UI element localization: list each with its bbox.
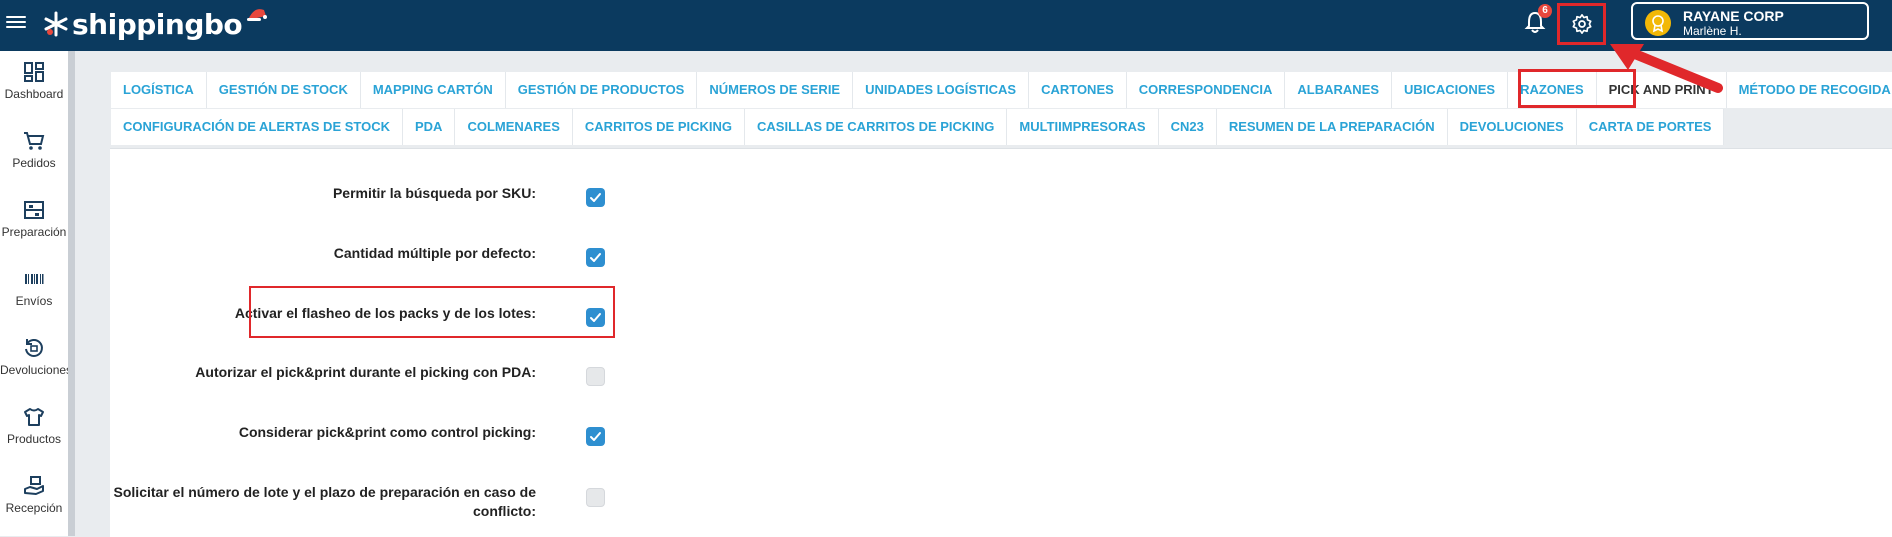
- tab-carritos-de-picking[interactable]: CARRITOS DE PICKING: [572, 109, 746, 145]
- setting-checkbox[interactable]: [586, 367, 605, 386]
- setting-label: Permitir la búsqueda por SKU:: [332, 185, 536, 201]
- setting-label: Considerar pick&print como control picki…: [238, 424, 536, 440]
- tab-carta-de-portes[interactable]: CARTA DE PORTES: [1576, 109, 1725, 145]
- logo-star-icon: [44, 11, 68, 37]
- tab-resumen-de-la-preparacion[interactable]: RESUMEN DE LA PREPARACIÓN: [1216, 109, 1448, 145]
- tab-numeros-de-serie[interactable]: NÚMEROS DE SERIE: [697, 72, 854, 108]
- setting-checkbox[interactable]: [586, 488, 605, 507]
- tab-metodo-de-recogida[interactable]: MÉTODO DE RECOGIDA: [1726, 72, 1892, 108]
- sidebar-item-preparacion[interactable]: Preparación: [0, 199, 68, 239]
- sidebar-label: Preparación: [1, 225, 67, 239]
- logo-text: shippingbo: [72, 7, 243, 41]
- tab-mapping-carton[interactable]: MAPPING CARTÓN: [360, 72, 506, 108]
- dashboard-icon: [24, 62, 44, 82]
- sidebar-item-devoluciones[interactable]: Devoluciones: [0, 337, 73, 377]
- tabs-row-2: CONFIGURACIÓN DE ALERTAS DE STOCK PDA COLM…: [111, 109, 1725, 145]
- sidebar-item-envios[interactable]: Envíos: [0, 268, 68, 308]
- tab-configuracion-de-alertas-de-stock[interactable]: CONFIGURACIÓN DE ALERTAS DE STOCK: [111, 109, 403, 145]
- notification-count-badge: 6: [1538, 4, 1552, 18]
- cart-icon: [24, 132, 45, 150]
- tab-logistica[interactable]: LOGÍSTICA: [111, 72, 207, 108]
- preparation-icon: [24, 201, 44, 219]
- sidebar-label: Dashboard: [4, 87, 64, 101]
- sidebar-item-dashboard[interactable]: Dashboard: [0, 61, 68, 101]
- setting-label: Autorizar el pick&print durante el picki…: [195, 364, 536, 380]
- sidebar-item-pedidos[interactable]: Pedidos: [0, 130, 68, 170]
- badge-icon: [1652, 15, 1664, 33]
- tab-cn23[interactable]: CN23: [1158, 109, 1217, 145]
- hamburger-menu-icon[interactable]: [6, 13, 26, 33]
- setting-label: Cantidad múltiple por defecto:: [333, 245, 536, 261]
- sidebar-scrollbar[interactable]: [68, 51, 75, 536]
- tab-pda[interactable]: PDA: [403, 109, 456, 145]
- tab-colmenares[interactable]: COLMENARES: [455, 109, 573, 145]
- setting-label: Solicitar el número de lote y el plazo d…: [113, 484, 536, 519]
- tab-albaranes[interactable]: ALBARANES: [1285, 72, 1393, 108]
- sidebar-label: Pedidos: [12, 156, 56, 170]
- tab-cartones[interactable]: CARTONES: [1029, 72, 1127, 108]
- returns-icon: [25, 339, 43, 357]
- setting-checkbox[interactable]: [586, 188, 605, 207]
- sidebar-item-recepcion[interactable]: Recepción: [0, 475, 68, 515]
- tab-correspondencia[interactable]: CORRESPONDENCIA: [1126, 72, 1286, 108]
- sidebar-label: Recepción: [5, 501, 63, 515]
- gear-icon: [1571, 14, 1592, 34]
- tab-gestion-de-stock[interactable]: GESTIÓN DE STOCK: [206, 72, 361, 108]
- sidebar-label: Devoluciones: [0, 363, 73, 377]
- row-highlight: [249, 286, 615, 338]
- tab-devoluciones[interactable]: DEVOLUCIONES: [1447, 109, 1577, 145]
- account-avatar: [1645, 10, 1671, 36]
- tab-gestion-de-productos[interactable]: GESTIÓN DE PRODUCTOS: [505, 72, 698, 108]
- reception-icon: [24, 476, 44, 495]
- checkmark-icon: [590, 193, 601, 202]
- santa-hat-icon: [247, 9, 267, 21]
- tab-casillas-de-carritos-de-picking[interactable]: CASILLAS DE CARRITOS DE PICKING: [745, 109, 1008, 145]
- annotation-arrow-icon: [1610, 44, 1723, 93]
- settings-panel: [110, 148, 1892, 537]
- tab-multiimpresoras[interactable]: MULTIIMPRESORAS: [1007, 109, 1159, 145]
- sidebar-label: Envíos: [15, 294, 53, 308]
- shirt-icon: [24, 408, 44, 426]
- account-switcher[interactable]: RAYANE CORP Marlène H.: [1631, 2, 1869, 40]
- sidebar-item-productos[interactable]: Productos: [0, 406, 68, 446]
- sidebar: Dashboard Pedidos Preparación Envíos Dev…: [0, 51, 73, 536]
- account-name: RAYANE CORP: [1683, 8, 1784, 24]
- tab-unidades-logisticas[interactable]: UNIDADES LOGÍSTICAS: [853, 72, 1030, 108]
- account-user: Marlène H.: [1683, 24, 1742, 38]
- barcode-icon: [25, 274, 44, 284]
- shippingbo-logo[interactable]: shippingbo: [42, 4, 267, 44]
- setting-checkbox[interactable]: [586, 427, 605, 446]
- checkmark-icon: [590, 432, 601, 441]
- checkmark-icon: [590, 253, 601, 262]
- setting-checkbox[interactable]: [586, 248, 605, 267]
- tab-ubicaciones[interactable]: UBICACIONES: [1392, 72, 1509, 108]
- settings-button[interactable]: [1557, 3, 1606, 45]
- sidebar-label: Productos: [6, 432, 62, 446]
